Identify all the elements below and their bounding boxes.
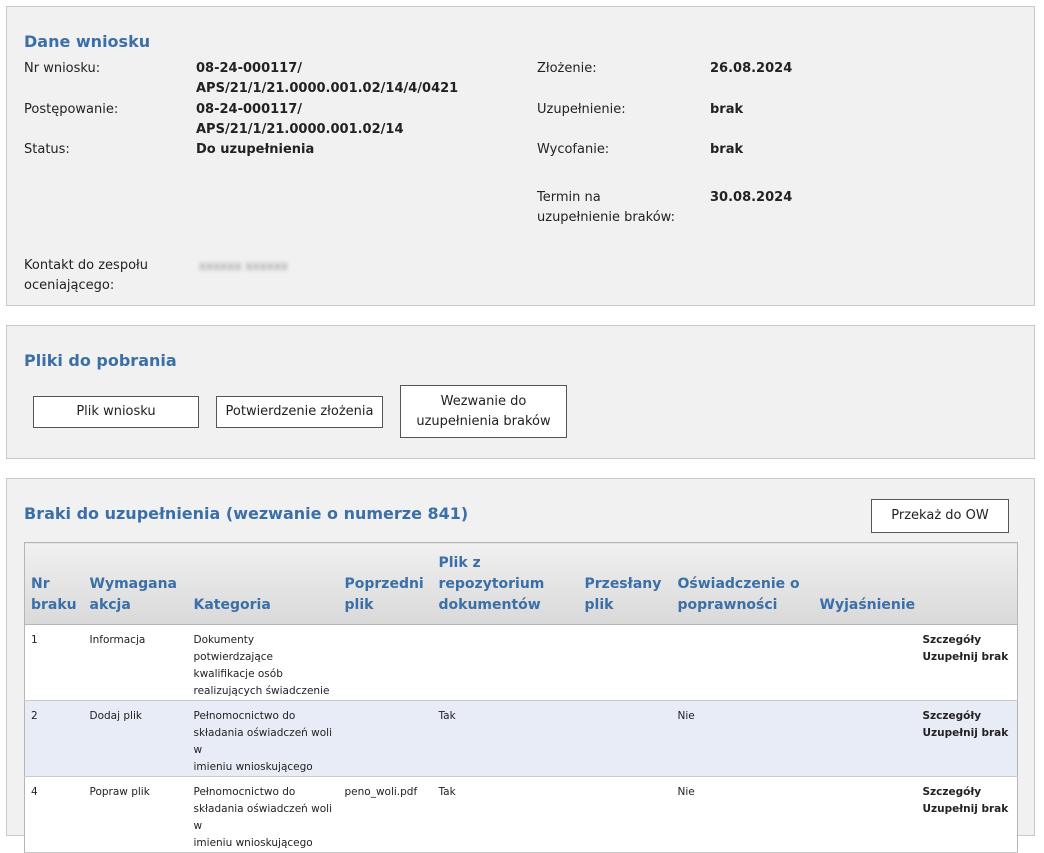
cell-akcja: Popraw plik	[83, 776, 188, 853]
cell-actions: Szczegóły Uzupełnij brak	[916, 700, 1018, 777]
potwierdzenie-zlozenia-button[interactable]: Potwierdzenie złożenia	[216, 396, 383, 428]
plik-wniosku-button-label: Plik wniosku	[76, 404, 156, 419]
cell-poprzedni	[338, 624, 433, 701]
col-header-przeslany: Przesłany plik	[578, 542, 672, 625]
status-value: Do uzupełnienia	[196, 142, 315, 157]
pliki-panel: Pliki do pobrania Plik wniosku Potwierdz…	[6, 325, 1035, 459]
cell-repozytorium: Tak	[432, 776, 579, 853]
uzupelnij-brak-link[interactable]: Uzupełnij brak	[923, 801, 1012, 818]
kontakt-label-line1: Kontakt do zespołu	[24, 258, 148, 273]
uzupelnienie-value: brak	[710, 102, 744, 117]
przekaz-do-ow-button[interactable]: Przekaż do OW	[871, 499, 1009, 533]
cell-akcja: Dodaj plik	[83, 700, 188, 777]
braki-title: Braki do uzupełnienia (wezwanie o numerz…	[24, 504, 469, 523]
col-header-wyjasnienie: Wyjaśnienie	[813, 542, 917, 625]
cell-przeslany	[578, 776, 672, 853]
cell-actions: Szczegóły Uzupełnij brak	[916, 776, 1018, 853]
cell-akcja: Informacja	[83, 624, 188, 701]
col-header-poprzedni: Poprzedni plik	[338, 542, 433, 625]
szczegoly-link[interactable]: Szczegóły	[923, 784, 1012, 801]
cell-actions: Szczegóły Uzupełnij brak	[916, 624, 1018, 701]
cell-wyjasnienie	[813, 776, 917, 853]
dane-wniosku-title: Dane wniosku	[24, 32, 151, 51]
postepowanie-label: Postępowanie:	[24, 102, 119, 117]
pliki-title: Pliki do pobrania	[24, 351, 177, 370]
cell-nr: 1	[24, 624, 84, 701]
wycofanie-label: Wycofanie:	[537, 142, 610, 157]
col-header-actions	[916, 542, 1018, 625]
braki-panel: Braki do uzupełnienia (wezwanie o numerz…	[6, 478, 1035, 853]
zlozenie-label: Złożenie:	[537, 61, 597, 76]
dane-wniosku-panel: Dane wniosku Nr wniosku: 08-24-000117/ A…	[6, 6, 1035, 306]
szczegoly-link[interactable]: Szczegóły	[923, 632, 1012, 649]
postepowanie-value-line1: 08-24-000117/	[196, 102, 302, 117]
przekaz-button-label: Przekaż do OW	[891, 508, 989, 523]
cell-poprzedni	[338, 700, 433, 777]
szczegoly-link[interactable]: Szczegóły	[923, 708, 1012, 725]
wycofanie-value: brak	[710, 142, 744, 157]
termin-label-line1: Termin na	[537, 190, 601, 205]
cell-oswiadczenie: Nie	[671, 776, 814, 853]
cell-nr: 2	[24, 700, 84, 777]
cell-oswiadczenie: Nie	[671, 700, 814, 777]
kontakt-value: xxxxxx xxxxxx	[199, 259, 289, 273]
nr-wniosku-value-line1: 08-24-000117/	[196, 61, 302, 76]
nr-wniosku-label: Nr wniosku:	[24, 61, 101, 76]
cell-kategoria: Pełnomocnictwo do składania oświadczeń wo…	[187, 700, 339, 777]
cell-repozytorium: Tak	[432, 700, 579, 777]
cell-kategoria: Pełnomocnictwo do składania oświadczeń wo…	[187, 776, 339, 853]
cell-poprzedni: peno_woli.pdf	[338, 776, 433, 853]
cell-repozytorium	[432, 624, 579, 701]
uzupelnienie-label: Uzupełnienie:	[537, 102, 626, 117]
table-row: 2 Dodaj plik Pełnomocnictwo do składania …	[24, 700, 1018, 777]
col-header-repozytorium: Plik z repozytorium dokumentów	[432, 542, 579, 625]
col-header-oswiadczenie: Oświadczenie o poprawności	[671, 542, 814, 625]
braki-table: Nr braku Wymagana akcja Kategoria Poprzedn…	[24, 542, 1018, 853]
cell-kategoria: Dokumenty potwierdzające kwalifikacje osó…	[187, 624, 339, 701]
uzupelnij-brak-link[interactable]: Uzupełnij brak	[923, 649, 1012, 666]
status-label: Status:	[24, 142, 70, 157]
kontakt-label-line2: oceniającego:	[24, 278, 115, 293]
cell-przeslany	[578, 624, 672, 701]
wezwanie-button[interactable]: Wezwanie do uzupełnienia braków	[400, 385, 567, 438]
nr-wniosku-value-line2: APS/21/1/21.0000.001.02/14/4/0421	[196, 81, 459, 96]
termin-value: 30.08.2024	[710, 190, 793, 205]
cell-oswiadczenie	[671, 624, 814, 701]
uzupelnij-brak-link[interactable]: Uzupełnij brak	[923, 725, 1012, 742]
cell-przeslany	[578, 700, 672, 777]
col-header-nr: Nr braku	[24, 542, 84, 625]
wezwanie-button-label-line1: Wezwanie do	[440, 393, 527, 409]
col-header-akcja: Wymagana akcja	[83, 542, 188, 625]
table-row: 1 Informacja Dokumenty potwierdzające kwa…	[24, 624, 1018, 701]
zlozenie-value: 26.08.2024	[710, 61, 793, 76]
termin-label-line2: uzupełnienie braków:	[537, 210, 675, 225]
cell-wyjasnienie	[813, 624, 917, 701]
wezwanie-button-label-line2: uzupełnienia braków	[416, 413, 551, 429]
cell-nr: 4	[24, 776, 84, 853]
postepowanie-value-line2: APS/21/1/21.0000.001.02/14	[196, 122, 404, 137]
plik-wniosku-button[interactable]: Plik wniosku	[33, 396, 199, 428]
col-header-kategoria: Kategoria	[187, 542, 339, 625]
table-header-row: Nr braku Wymagana akcja Kategoria Poprzedn…	[24, 542, 1018, 625]
potwierdzenie-button-label: Potwierdzenie złożenia	[225, 404, 374, 419]
cell-wyjasnienie	[813, 700, 917, 777]
table-row: 4 Popraw plik Pełnomocnictwo do składania…	[24, 776, 1018, 853]
